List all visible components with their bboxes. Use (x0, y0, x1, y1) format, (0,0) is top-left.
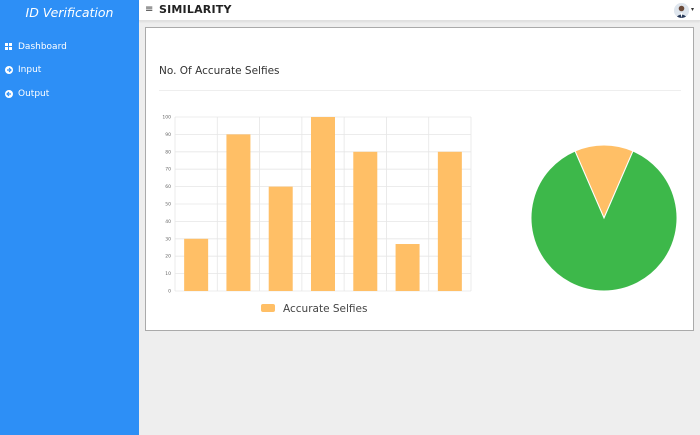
app-brand: ID Verification (25, 5, 114, 20)
top-bar: ≡ SIMILARITY ▾ (139, 0, 700, 21)
page-title: SIMILARITY (159, 3, 232, 16)
pie-chart (530, 144, 678, 292)
sidebar-item-label: Output (18, 89, 50, 99)
dashboard-grid-icon (5, 43, 13, 51)
arrow-left-circle-icon (5, 90, 13, 98)
arrow-right-circle-icon (5, 66, 13, 74)
sidebar-item-input[interactable]: Input (5, 63, 41, 77)
chart-card: No. Of Accurate Selfies 0 10 20 30 40 50 60 70 8… (145, 27, 694, 331)
sidebar-item-label: Input (18, 65, 42, 75)
avatar[interactable] (674, 3, 689, 18)
sidebar-item-label: Dashboard (18, 42, 67, 52)
account-dropdown-icon[interactable]: ▾ (691, 6, 694, 13)
sidebar-item-output[interactable]: Output (5, 87, 49, 101)
sidebar-item-dashboard[interactable]: Dashboard (5, 40, 67, 54)
sidebar: ID Verification Dashboard Input Output (0, 0, 139, 435)
hamburger-menu-icon[interactable]: ≡ (145, 4, 153, 15)
